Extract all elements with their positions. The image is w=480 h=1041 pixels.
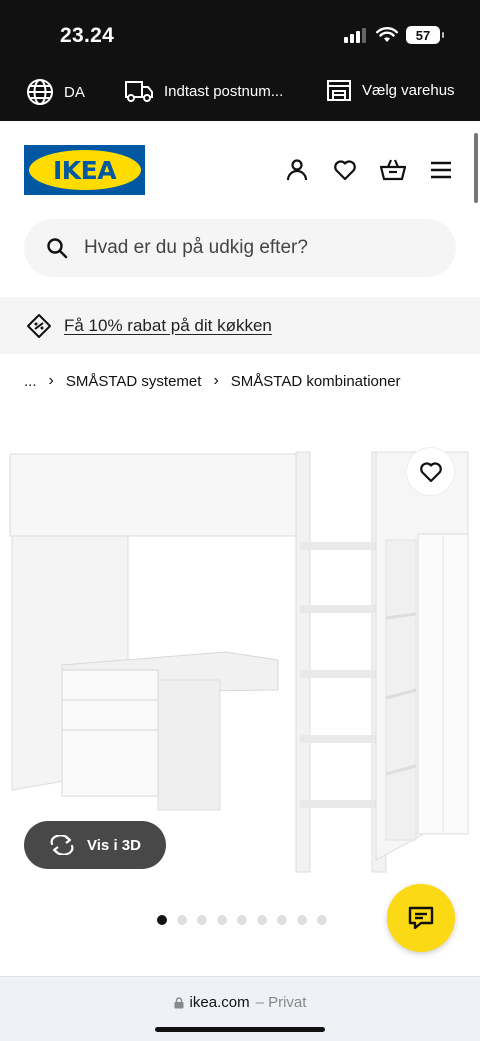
add-to-favourites-button[interactable] — [407, 448, 454, 495]
carousel-dot[interactable] — [157, 915, 167, 925]
utility-bar: DA Indtast postnum... Vælg varehus — [0, 64, 480, 121]
heart-icon — [419, 461, 442, 482]
language-label: DA — [64, 83, 85, 101]
logo-text: IKEA — [52, 155, 117, 185]
lock-icon — [174, 996, 184, 1008]
site-header: IKEA — [0, 121, 480, 218]
carousel-dot[interactable] — [217, 915, 227, 925]
chevron-right-icon: › — [213, 372, 219, 389]
status-time: 23.24 — [60, 24, 115, 47]
url-display[interactable]: ikea.com – Privat — [0, 994, 480, 1011]
rotate-3d-icon — [50, 835, 74, 855]
store-icon — [327, 80, 351, 101]
breadcrumb-item[interactable]: SMÅSTAD systemet — [66, 373, 202, 390]
home-indicator[interactable] — [155, 1027, 325, 1032]
carousel-dot[interactable] — [197, 915, 207, 925]
search-icon — [47, 238, 68, 259]
hamburger-menu-icon — [431, 161, 451, 179]
browser-address-bar[interactable]: ikea.com – Privat — [0, 976, 480, 1041]
chevron-right-icon: › — [48, 372, 54, 389]
chat-bubble-icon — [408, 906, 434, 930]
header-icons — [284, 157, 454, 183]
carousel-dots — [157, 915, 327, 925]
menu-button[interactable] — [428, 157, 454, 183]
carousel-dot[interactable] — [177, 915, 187, 925]
heart-icon — [334, 160, 356, 181]
battery-indicator: 57 — [406, 26, 444, 44]
page-scrollbar[interactable] — [474, 133, 478, 203]
breadcrumb-ellipsis[interactable]: ... — [24, 373, 37, 390]
chat-button[interactable] — [387, 884, 455, 952]
breadcrumb: ... › SMÅSTAD systemet › SMÅSTAD kombina… — [24, 372, 401, 390]
store-selector[interactable]: Vælg varehus — [326, 78, 455, 102]
globe-icon — [27, 79, 53, 105]
carousel-dot[interactable] — [297, 915, 307, 925]
store-label: Vælg varehus — [362, 81, 455, 99]
language-selector[interactable]: DA — [26, 78, 85, 106]
cart-button[interactable] — [380, 157, 406, 183]
profile-button[interactable] — [284, 157, 310, 183]
carousel-dot[interactable] — [277, 915, 287, 925]
search-input[interactable]: Hvad er du på udkig efter? — [24, 219, 456, 277]
search-placeholder: Hvad er du på udkig efter? — [84, 237, 308, 258]
promo-link[interactable]: Få 10% rabat på dit køkken — [64, 316, 272, 336]
url-domain: ikea.com — [189, 994, 250, 1011]
discount-tag-icon — [27, 313, 51, 338]
user-icon — [286, 159, 308, 181]
ikea-logo[interactable]: IKEA — [24, 145, 145, 195]
carousel-dot[interactable] — [317, 915, 327, 925]
status-icons: 57 — [344, 26, 444, 44]
private-mode-label: – Privat — [255, 994, 307, 1011]
carousel-dot[interactable] — [257, 915, 267, 925]
view-in-3d-label: Vis i 3D — [87, 836, 141, 854]
postal-code-selector[interactable]: Indtast postnum... — [124, 78, 283, 104]
carousel-dot[interactable] — [237, 915, 247, 925]
truck-icon — [125, 81, 153, 102]
wifi-icon — [376, 27, 398, 42]
postal-label: Indtast postnum... — [164, 82, 284, 100]
breadcrumb-item[interactable]: SMÅSTAD kombinationer — [231, 373, 401, 390]
status-bar: 23.24 57 — [0, 0, 480, 64]
basket-icon — [380, 159, 406, 181]
promo-banner[interactable]: Få 10% rabat på dit køkken — [0, 297, 480, 354]
favourites-button[interactable] — [332, 157, 358, 183]
logo-oval: IKEA — [28, 150, 141, 190]
signal-icon — [344, 28, 366, 43]
view-in-3d-button[interactable]: Vis i 3D — [24, 821, 166, 869]
